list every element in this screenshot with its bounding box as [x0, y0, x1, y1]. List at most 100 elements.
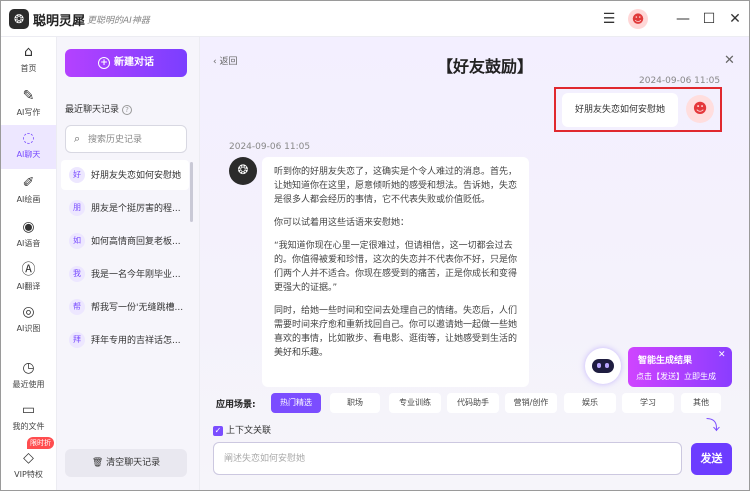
tip-subtitle: 点击【发送】立即生成	[636, 372, 716, 381]
chat-main: ‹ 返回 【好友鼓励】 ✕ 2024-09-06 11:05 好朋友失恋如何安慰…	[200, 37, 749, 490]
scene-chip[interactable]: 热门精选	[271, 393, 321, 413]
sidebar-item-label: AI聊天	[16, 150, 41, 159]
user-message: 好朋友失恋如何安慰她	[562, 93, 678, 127]
diamond-icon: ◇	[23, 450, 34, 466]
sidebar-item-label: 最近使用	[12, 380, 45, 389]
sidebar-item-label: 首页	[20, 64, 37, 73]
history-avatar: 如	[69, 233, 85, 249]
scene-chip[interactable]: 娱乐	[564, 393, 616, 413]
app-name: 聪明灵犀	[33, 14, 86, 29]
sidebar-item-label: AI写作	[16, 108, 41, 117]
app-window: ❂ 聪明灵犀 更聪明的AI神器 ☰ ☻ — ☐ ✕ ⌂ 首页 ✎ AI写作 ◌ …	[0, 0, 750, 491]
sidebar-item-recent[interactable]: ◷ 最近使用	[1, 355, 56, 399]
sidebar-item-label: AI绘画	[16, 195, 41, 204]
history-item-text: 我是一名今年刚毕业...	[91, 270, 181, 280]
help-icon[interactable]: ?	[122, 105, 133, 115]
maximize-icon[interactable]: ☐	[701, 9, 717, 29]
ai-paragraph: 你可以试着用这些话语来安慰她：	[274, 218, 410, 228]
context-toggle[interactable]: ✓ 上下文关联	[213, 423, 271, 436]
sidebar-item-ai-writing[interactable]: ✎ AI写作	[1, 83, 56, 127]
history-item[interactable]: 我 我是一名今年刚毕业...	[61, 259, 189, 289]
clear-history-button[interactable]: 🗑 清空聊天记录	[65, 449, 187, 477]
message-input[interactable]	[224, 451, 664, 467]
history-item[interactable]: 好 好朋友失恋如何安慰她	[61, 160, 189, 190]
history-item-text: 如何高情商回复老板...	[91, 237, 181, 247]
app-slogan: 更聪明的AI神器	[87, 16, 150, 26]
chat-title: 【好友鼓励】	[436, 57, 533, 76]
sidebar-item-home[interactable]: ⌂ 首页	[1, 39, 56, 83]
user-message-avatar: ☻	[686, 95, 714, 123]
scene-chip[interactable]: 专业训练	[389, 393, 441, 413]
sidebar-item-ai-voice[interactable]: ◉ AI语音	[1, 214, 56, 258]
home-icon: ⌂	[24, 44, 33, 60]
close-chat-icon[interactable]: ✕	[724, 53, 735, 68]
history-item-text: 帮我写一份'无缝跳槽...	[91, 303, 183, 313]
title-bar: ❂ 聪明灵犀 更聪明的AI神器 ☰ ☻ — ☐ ✕	[1, 1, 749, 37]
pen-icon: ✎	[22, 88, 35, 104]
close-tip-icon[interactable]: ✕	[718, 350, 726, 360]
history-search-input[interactable]	[88, 131, 182, 148]
history-item-text: 朋友是个挺厉害的程...	[91, 204, 181, 214]
ai-paragraph: 同时，给她一些时间和空间去处理自己的情绪。失恋后，人们需要时间来疗愈和重新找回自…	[274, 306, 518, 358]
scene-bar: 应用场景: 热门精选 职场 专业训练 代码助手 营销/创作 娱乐 学习 其他	[200, 393, 749, 417]
tip-title: 智能生成结果	[638, 356, 693, 366]
checkbox-checked-icon[interactable]: ✓	[213, 425, 223, 436]
history-item[interactable]: 帮 帮我写一份'无缝跳槽...	[61, 292, 189, 322]
ai-message-time: 2024-09-06 11:05	[229, 142, 311, 152]
assistant-robot-icon[interactable]	[585, 348, 621, 384]
history-scrollbar[interactable]	[190, 162, 193, 222]
minimize-icon[interactable]: —	[675, 9, 691, 29]
scene-chip[interactable]: 职场	[330, 393, 380, 413]
user-avatar[interactable]: ☻	[628, 9, 648, 29]
new-chat-button[interactable]: + 新建对话	[65, 49, 187, 77]
sidebar-item-ai-image-recognition[interactable]: ◎ AI识图	[1, 299, 56, 343]
sidebar-item-my-files[interactable]: ▭ 我的文件	[1, 397, 56, 441]
scene-chip[interactable]: 营销/创作	[505, 393, 557, 413]
scene-chip[interactable]: 学习	[622, 393, 674, 413]
scene-label: 应用场景:	[216, 400, 256, 410]
sidebar-item-ai-translate[interactable]: Ⓐ AI翻译	[1, 257, 56, 301]
history-item[interactable]: 朋 朋友是个挺厉害的程...	[61, 193, 189, 223]
search-icon: ⌕	[74, 132, 81, 145]
smart-generate-tip: 智能生成结果 点击【发送】立即生成 ✕	[628, 347, 732, 387]
history-search: ⌕	[65, 125, 187, 153]
ai-message: 听到你的好朋友失恋了，这确实是个令人难过的消息。首先，让她知道你在这里，愿意倾听…	[262, 157, 529, 387]
translate-icon: Ⓐ	[21, 262, 36, 278]
message-composer	[213, 442, 682, 475]
history-avatar: 拜	[69, 332, 85, 348]
voice-icon: ◉	[22, 219, 35, 235]
scene-chip[interactable]: 其他	[681, 393, 721, 413]
scan-icon: ◎	[22, 304, 35, 320]
history-avatar: 朋	[69, 200, 85, 216]
history-item-text: 拜年专用的吉祥话怎...	[91, 336, 181, 346]
sidebar-item-label: AI识图	[16, 324, 41, 333]
history-item[interactable]: 如 如何高情商回复老板...	[61, 226, 189, 256]
scene-chip[interactable]: 代码助手	[447, 393, 499, 413]
user-message-time: 2024-09-06 11:05	[639, 76, 721, 86]
history-avatar: 好	[69, 167, 85, 183]
sidebar-item-label: AI翻译	[16, 282, 41, 291]
plus-icon: +	[98, 57, 110, 69]
sidebar-item-ai-painting[interactable]: ✐ AI绘画	[1, 170, 56, 214]
ai-avatar: ❂	[229, 157, 257, 185]
history-item-text: 好朋友失恋如何安慰她	[91, 171, 182, 181]
chat-icon: ◌	[22, 130, 35, 146]
history-item[interactable]: 拜 拜年专用的吉祥话怎...	[61, 325, 189, 355]
sidebar-item-vip[interactable]: ◇ VIP特权	[1, 445, 56, 489]
brush-icon: ✐	[22, 175, 35, 191]
clear-history-label: 清空聊天记录	[106, 458, 161, 468]
recent-chats-label: 最近聊天记录	[65, 105, 120, 115]
history-avatar: 我	[69, 266, 85, 282]
send-button[interactable]: 发送	[691, 443, 732, 475]
back-label: 返回	[219, 57, 238, 67]
menu-icon[interactable]: ☰	[601, 9, 617, 29]
app-logo-icon: ❂	[9, 9, 29, 29]
sidebar-item-ai-chat[interactable]: ◌ AI聊天	[1, 125, 56, 169]
chat-history-panel: + 新建对话 最近聊天记录? ⌕ 好 好朋友失恋如何安慰她 朋 朋友是个挺厉害的程…	[57, 37, 200, 490]
close-window-icon[interactable]: ✕	[727, 9, 743, 29]
ai-paragraph: 听到你的好朋友失恋了，这确实是个令人难过的消息。首先，让她知道你在这里，愿意倾听…	[274, 167, 518, 205]
curved-arrow-icon: ⤵	[706, 418, 720, 434]
folder-icon: ▭	[21, 402, 36, 418]
context-label: 上下文关联	[226, 426, 272, 436]
back-button[interactable]: ‹ 返回	[213, 54, 237, 67]
